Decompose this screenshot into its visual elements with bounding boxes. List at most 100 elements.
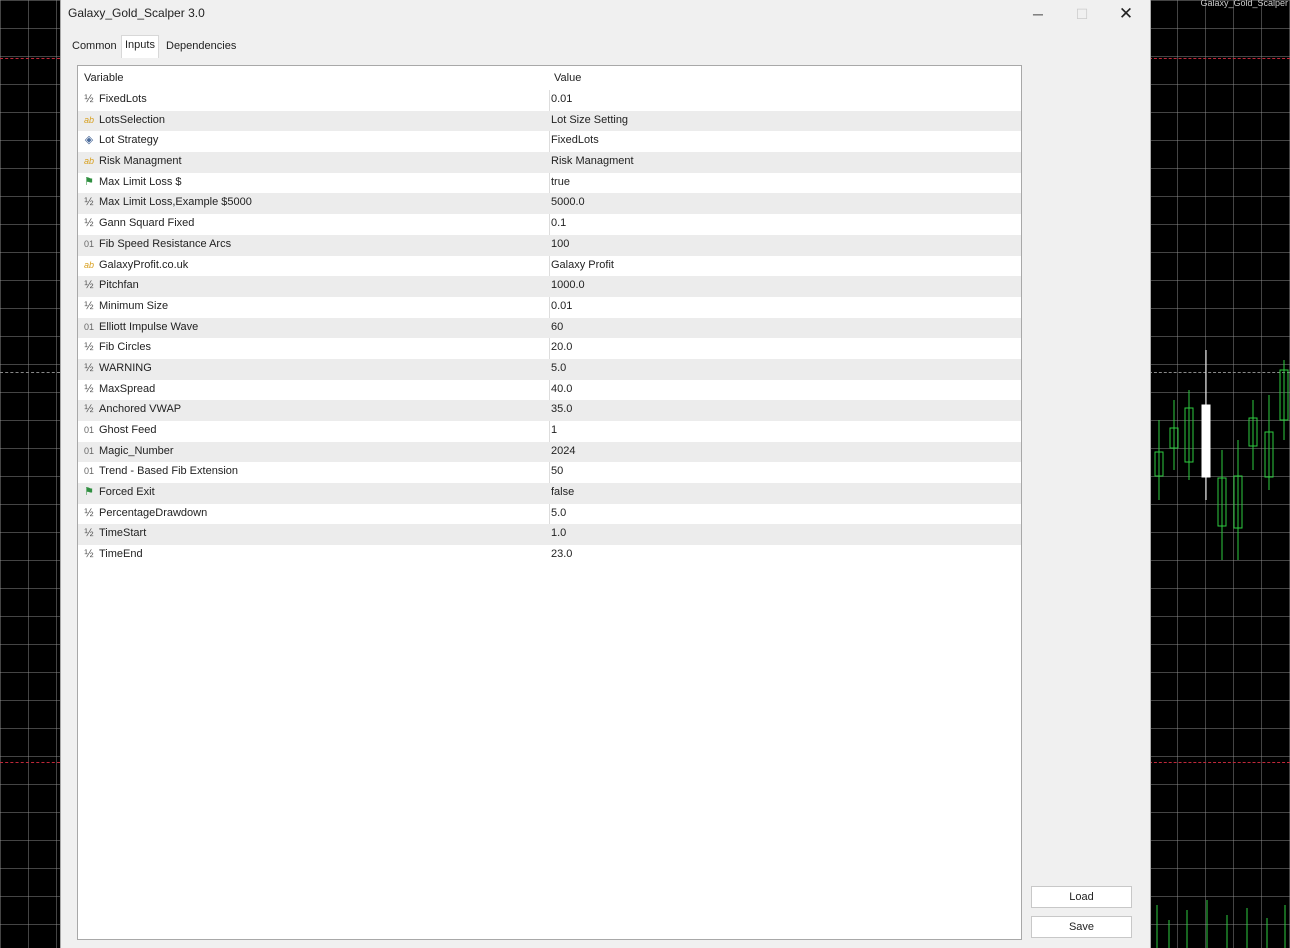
- variable-value[interactable]: 1: [551, 424, 557, 436]
- tab-inputs[interactable]: Inputs: [121, 35, 159, 58]
- table-row[interactable]: ½ WARNING 5.0: [78, 358, 1021, 380]
- table-body: ½ FixedLots 0.01 ab LotsSelection Lot Size Se…: [78, 90, 1021, 566]
- double-icon: ½: [84, 548, 94, 561]
- table-row[interactable]: 01 Fib Speed Resistance Arcs 100: [78, 234, 1021, 256]
- int-icon: 01: [83, 466, 94, 477]
- variable-value[interactable]: 23.0: [551, 548, 572, 560]
- price-level-line: [0, 762, 60, 763]
- table-row[interactable]: ½ MaxSpread 40.0: [78, 380, 1021, 401]
- string-icon: ab: [83, 114, 94, 125]
- variable-name: TimeEnd: [99, 548, 143, 561]
- variable-name: Risk Managment: [99, 155, 182, 168]
- variable-name: Fib Circles: [99, 341, 151, 354]
- variable-name: Lot Strategy: [99, 134, 159, 147]
- table-row[interactable]: ½ Max Limit Loss,Example $5000 5000.0: [78, 193, 1021, 215]
- variable-name: FixedLots: [99, 93, 147, 105]
- table-row[interactable]: ⚑ Max Limit Loss $ true: [78, 173, 1021, 194]
- variable-value[interactable]: 50: [551, 465, 563, 477]
- load-button[interactable]: Load: [1031, 886, 1132, 908]
- candlestick-series: [1154, 350, 1289, 948]
- save-button[interactable]: Save: [1031, 916, 1132, 938]
- bool-icon: ⚑: [84, 486, 94, 499]
- enum-icon: ◈: [84, 134, 94, 147]
- variable-value[interactable]: 5000.0: [551, 196, 585, 208]
- double-icon: ½: [84, 403, 94, 416]
- variable-value[interactable]: 2024: [551, 445, 575, 457]
- table-row[interactable]: ½ PercentageDrawdown 5.0: [78, 504, 1021, 525]
- variable-value[interactable]: 0.1: [551, 217, 566, 229]
- int-icon: 01: [83, 321, 94, 332]
- table-row[interactable]: ½ Gann Squard Fixed 0.1: [78, 214, 1021, 235]
- variable-value[interactable]: false: [551, 486, 574, 498]
- variable-name: Minimum Size: [99, 299, 169, 312]
- variable-name: GalaxyProfit.co.uk: [99, 258, 189, 271]
- variable-value[interactable]: true: [551, 176, 570, 188]
- double-icon: ½: [84, 506, 94, 519]
- variable-name: LotsSelection: [99, 113, 166, 126]
- variable-value[interactable]: Galaxy Profit: [551, 259, 614, 271]
- column-header-value[interactable]: Value: [554, 72, 581, 84]
- variable-value[interactable]: Lot Size Setting: [551, 114, 628, 126]
- variable-name: Pitchfan: [99, 279, 139, 292]
- variable-name: Gann Squard Fixed: [99, 217, 195, 230]
- table-row[interactable]: ½ TimeStart 1.0: [78, 524, 1021, 546]
- candle: [1279, 360, 1289, 440]
- string-icon: ab: [83, 156, 94, 167]
- variable-value[interactable]: 60: [551, 321, 563, 333]
- variable-name: Max Limit Loss $: [99, 175, 182, 188]
- table-row[interactable]: ab Risk Managment Risk Managment: [78, 152, 1021, 173]
- tab-dependencies[interactable]: Dependencies: [163, 37, 239, 56]
- double-icon: ½: [84, 361, 94, 374]
- variable-name: Anchored VWAP: [99, 403, 182, 416]
- variable-name: Magic_Number: [99, 444, 174, 457]
- variable-value[interactable]: 20.0: [551, 341, 572, 353]
- variable-value[interactable]: 100: [551, 238, 569, 250]
- variable-name: Ghost Feed: [99, 424, 157, 436]
- double-icon: ½: [84, 527, 94, 540]
- table-row[interactable]: ab GalaxyProfit.co.uk Galaxy Profit: [78, 256, 1021, 277]
- double-icon: ½: [84, 382, 94, 395]
- table-row[interactable]: ½ TimeEnd 23.0: [78, 545, 1021, 566]
- table-row[interactable]: ◈ Lot Strategy FixedLots: [78, 131, 1021, 152]
- chart-area-left: [0, 0, 60, 948]
- table-row[interactable]: ½ Minimum Size 0.01: [78, 297, 1021, 318]
- variable-value[interactable]: 5.0: [551, 362, 566, 374]
- close-button[interactable]: ✕: [1106, 2, 1146, 26]
- variable-value[interactable]: 40.0: [551, 383, 572, 395]
- double-icon: ½: [84, 217, 94, 230]
- window-title: Galaxy_Gold_Scalper 3.0: [68, 6, 205, 20]
- table-row[interactable]: 01 Magic_Number 2024: [78, 441, 1021, 463]
- title-bar[interactable]: Galaxy_Gold_Scalper 3.0 ─ ☐ ✕: [61, 0, 1150, 30]
- double-icon: ½: [84, 279, 94, 292]
- variable-value[interactable]: 35.0: [551, 403, 572, 415]
- variable-name: WARNING: [99, 361, 152, 374]
- column-header-variable[interactable]: Variable: [84, 72, 124, 84]
- variable-value[interactable]: FixedLots: [551, 134, 599, 146]
- candle: [1184, 390, 1194, 480]
- minimize-button[interactable]: ─: [1018, 2, 1058, 26]
- double-icon: ½: [84, 93, 94, 105]
- variable-value[interactable]: 0.01: [551, 93, 572, 105]
- table-row[interactable]: ½ Fib Circles 20.0: [78, 338, 1021, 359]
- variable-value[interactable]: 5.0: [551, 507, 566, 519]
- table-row[interactable]: ½ Anchored VWAP 35.0: [78, 400, 1021, 421]
- variable-name: PercentageDrawdown: [99, 506, 208, 519]
- variable-name: Elliott Impulse Wave: [99, 320, 199, 333]
- price-level-line: [0, 58, 60, 59]
- table-row[interactable]: ½ Pitchfan 1000.0: [78, 276, 1021, 297]
- table-row[interactable]: 01 Trend - Based Fib Extension 50: [78, 462, 1021, 483]
- variable-value[interactable]: 1.0: [551, 527, 566, 539]
- variable-value[interactable]: 1000.0: [551, 279, 585, 291]
- variable-value[interactable]: Risk Managment: [551, 155, 634, 167]
- table-row[interactable]: ½ FixedLots 0.01: [78, 90, 1021, 111]
- table-row[interactable]: ⚑ Forced Exit false: [78, 483, 1021, 504]
- volume-bars: [1156, 900, 1286, 948]
- inputs-table: Variable Value ½ FixedLots 0.01 ab LotsSelec…: [77, 65, 1022, 940]
- table-row[interactable]: ab LotsSelection Lot Size Setting: [78, 110, 1021, 132]
- candle: [1264, 395, 1274, 490]
- table-row[interactable]: 01 Ghost Feed 1: [78, 421, 1021, 442]
- variable-value[interactable]: 0.01: [551, 300, 572, 312]
- tab-common[interactable]: Common: [69, 37, 120, 56]
- table-row[interactable]: 01 Elliott Impulse Wave 60: [78, 317, 1021, 339]
- expert-properties-dialog: Galaxy_Gold_Scalper 3.0 ─ ☐ ✕ Common Inp…: [60, 0, 1151, 948]
